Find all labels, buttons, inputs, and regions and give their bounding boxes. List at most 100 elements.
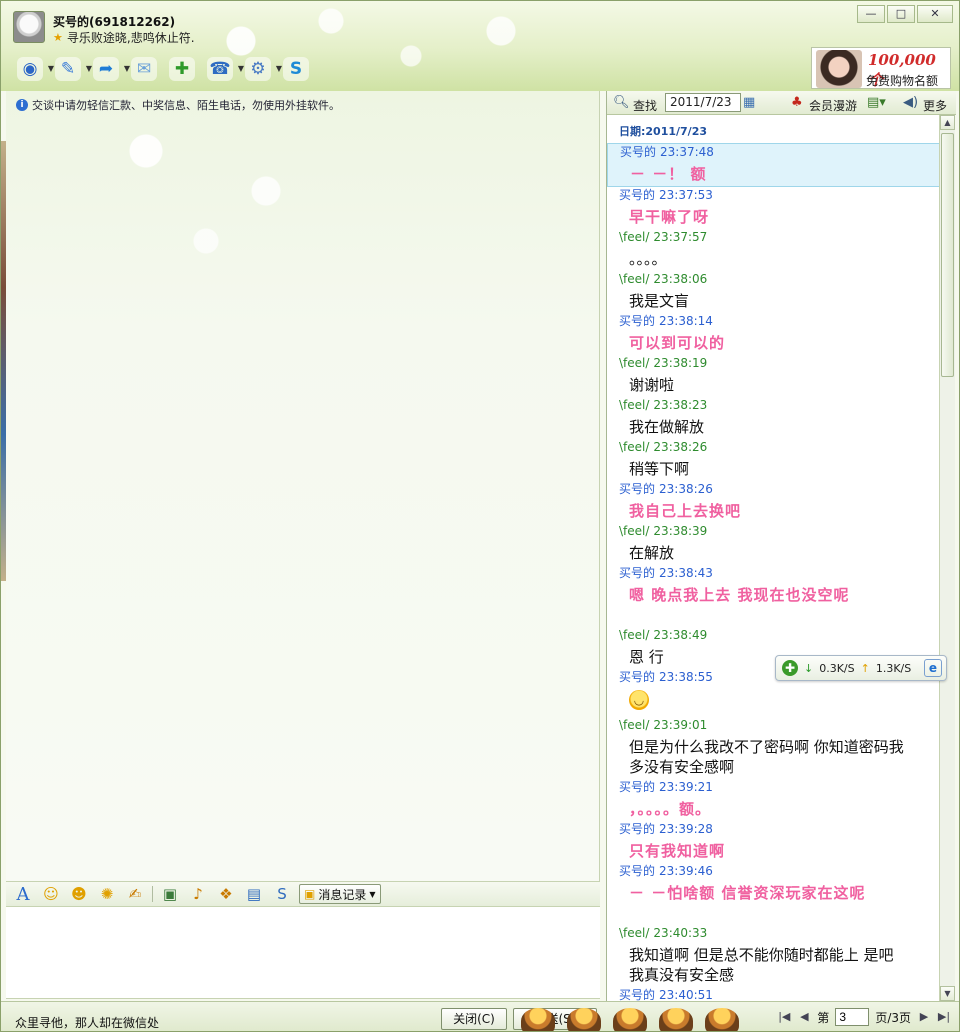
date-field[interactable]: 2011/7/23 <box>665 93 741 112</box>
last-page-icon[interactable]: ▶| <box>937 1009 951 1025</box>
prev-page-icon[interactable]: ◀ <box>797 1009 811 1025</box>
create-group-button[interactable]: ✚ <box>167 55 197 83</box>
message-item[interactable]: 买号的 23:39:28 只有我知道啊 <box>607 821 940 861</box>
message-item[interactable]: 买号的 23:38:43 嗯 晚点我上去 我现在也没空呢 <box>607 565 940 605</box>
message-time: 23:39:28 <box>659 822 713 836</box>
shake-icon[interactable]: ✺ <box>96 884 118 904</box>
pet-icon[interactable] <box>705 1008 739 1031</box>
message-item[interactable]: \feel/23:38:06 我是文盲 <box>607 271 940 311</box>
message-time: 23:38:49 <box>653 628 708 642</box>
send-file-button[interactable]: ➦ ▼ <box>91 55 130 83</box>
contact-name: 买号的(691812262) <box>53 15 176 29</box>
notice-text: 交谈中请勿轻信汇款、中奖信息、陌生电话，勿使用外挂软件。 <box>32 99 340 112</box>
message-item[interactable]: 买号的 23:40:51 <box>607 987 940 1001</box>
emoticon-icon[interactable]: ☺ <box>40 884 62 904</box>
pet-icon[interactable] <box>613 1008 647 1031</box>
chat-display-area[interactable]: i 交谈中请勿轻信汇款、中奖信息、陌生电话，勿使用外挂软件。 <box>6 91 600 881</box>
app-settings-button[interactable]: ⚙ ▼ <box>243 55 282 83</box>
message-meta: \feel/23:38:23 <box>607 397 940 413</box>
message-sender: \feel/ <box>619 440 650 454</box>
message-item[interactable]: \feel/23:38:23 我在做解放 <box>607 397 940 437</box>
message-time: 23:38:55 <box>659 670 713 684</box>
more-button[interactable]: 更多 <box>923 97 947 114</box>
message-meta: \feel/23:40:33 <box>607 925 940 941</box>
message-meta: 买号的 23:40:51 <box>607 987 940 1001</box>
message-history-button[interactable]: ▣ 消息记录 ▼ <box>299 884 381 904</box>
message-item[interactable]: 买号的 23:38:14 可以到可以的 <box>607 313 940 353</box>
message-sender: 买号的 <box>619 988 656 1001</box>
video-call-button[interactable]: ◉ ▼ <box>15 55 54 83</box>
envelope-icon: ✉ <box>131 57 157 81</box>
browser-icon[interactable]: e <box>924 659 942 677</box>
scroll-thumb[interactable] <box>941 133 954 377</box>
scroll-up-icon[interactable]: ▲ <box>940 115 955 130</box>
soso-button[interactable]: S <box>281 55 311 83</box>
message-item[interactable]: \feel/23:39:01 但是为什么我改不了密码啊 你知道密码我多没有安全感啊 <box>607 717 940 777</box>
message-item[interactable]: 买号的 23:39:21 ，。。。。额。 <box>607 779 940 819</box>
ad-banner[interactable]: 100,000个 免费购物名额 <box>811 47 951 89</box>
message-text: － －怕啥额 信誉资深玩家在这呢 <box>629 884 866 902</box>
message-item[interactable]: \feel/23:38:39 在解放 <box>607 523 940 563</box>
message-text: 。。。。 <box>629 250 667 268</box>
pet-icon[interactable] <box>659 1008 693 1031</box>
search-label[interactable]: 查找 <box>633 97 657 114</box>
next-page-icon[interactable]: ▶ <box>917 1009 931 1025</box>
magic-emoticon-icon[interactable]: ☻ <box>68 884 90 904</box>
contact-signature: ★ 寻乐败途晓,悲鸣休止符. <box>53 29 195 46</box>
message-sender: 买号的 <box>619 188 656 202</box>
message-item[interactable]: 买号的 23:37:53 早干嘛了呀 <box>607 187 940 227</box>
pet-icon[interactable] <box>521 1008 555 1031</box>
scroll-down-icon[interactable]: ▼ <box>940 986 955 1001</box>
music-icon[interactable]: ♪ <box>187 884 209 904</box>
message-sender: 买号的 <box>619 864 656 878</box>
history-toolbar: 🔍︎ 查找 2011/7/23 ▦ ♣ 会员漫游 ▤▾ ◀) 更多 <box>607 91 956 115</box>
font-icon[interactable]: A <box>12 884 34 905</box>
soso-small-icon[interactable]: S <box>271 884 293 904</box>
message-meta: \feel/23:38:06 <box>607 271 940 287</box>
message-time: 23:38:23 <box>653 398 708 412</box>
minimize-button[interactable]: — <box>857 5 885 23</box>
first-page-icon[interactable]: |◀ <box>777 1009 791 1025</box>
message-item[interactable]: 买号的 23:37:48 － －！ 额 <box>607 143 940 187</box>
search-icon[interactable]: 🔍︎ <box>613 95 630 111</box>
remote-assist-button[interactable]: ☎ ▼ <box>205 55 244 83</box>
message-meta: \feel/23:39:01 <box>607 717 940 733</box>
vip-roaming-link[interactable]: 会员漫游 <box>809 97 857 114</box>
close-window-button[interactable]: ✕ <box>917 5 953 23</box>
log-date-header: 日期:2011/7/23 <box>619 125 708 138</box>
log-scrollbar[interactable]: ▲ ▼ <box>939 115 955 1001</box>
message-text: 在解放 <box>629 544 675 562</box>
chat-window: 买号的(691812262) ★ 寻乐败途晓,悲鸣休止符. — □ ✕ ◉ ▼ ✎… <box>0 0 960 1032</box>
graffiti-icon[interactable]: ✍ <box>124 884 146 904</box>
message-item[interactable]: \feel/23:38:26 稍等下啊 <box>607 439 940 479</box>
speaker-icon[interactable]: ◀) <box>903 95 919 111</box>
message-item[interactable]: \feel/23:38:19 谢谢啦 <box>607 355 940 395</box>
send-image-icon[interactable]: ▣ <box>159 884 181 904</box>
pet-icon[interactable] <box>567 1008 601 1031</box>
message-item[interactable]: \feel/23:40:33 我知道啊 但是总不能你随时都能上 是吧 我真没有安全… <box>607 925 940 985</box>
close-button[interactable]: 关闭(C) <box>441 1008 507 1030</box>
message-meta: \feel/23:38:26 <box>607 439 940 455</box>
message-text: 早干嘛了呀 <box>629 208 710 226</box>
window-header: 买号的(691812262) ★ 寻乐败途晓,悲鸣休止符. — □ ✕ ◉ ▼ ✎… <box>1 1 959 91</box>
page-number-input[interactable] <box>835 1008 870 1026</box>
voice-call-button[interactable]: ✎ ▼ <box>53 55 92 83</box>
message-item[interactable]: \feel/23:37:57 。。。。 <box>607 229 940 269</box>
send-sms-button[interactable]: ✉ <box>129 55 159 83</box>
message-meta: \feel/23:38:19 <box>607 355 940 371</box>
chat-mode-icon[interactable]: ▤▾ <box>867 95 887 111</box>
bottom-bar: 众里寻他，那人却在微信处 关闭(C) 发送(S) |◀ ◀ 第 页/3页 ▶ ▶… <box>1 1001 959 1031</box>
message-input[interactable] <box>6 907 600 999</box>
gift-icon[interactable]: ❖ <box>215 884 237 904</box>
screenshot-icon[interactable]: ▤ <box>243 884 265 904</box>
folder-icon: ➦ <box>93 57 119 81</box>
message-time: 23:37:53 <box>659 188 713 202</box>
message-item[interactable]: 买号的 23:38:26 我自己上去换吧 <box>607 481 940 521</box>
network-speed-widget[interactable]: ✚ ↓ 0.3K/S ↑ 1.3K/S e <box>775 655 947 681</box>
message-item[interactable]: 买号的 23:39:46 － －怕啥额 信誉资深玩家在这呢 <box>607 863 940 903</box>
maximize-button[interactable]: □ <box>887 5 915 23</box>
message-log[interactable]: 日期:2011/7/23 买号的 23:37:48 － －！ 额买号的 23:37:5… <box>607 115 940 1001</box>
contact-avatar[interactable] <box>13 11 45 43</box>
message-time: 23:40:51 <box>659 988 713 1001</box>
calendar-icon[interactable]: ▦ <box>743 95 759 111</box>
